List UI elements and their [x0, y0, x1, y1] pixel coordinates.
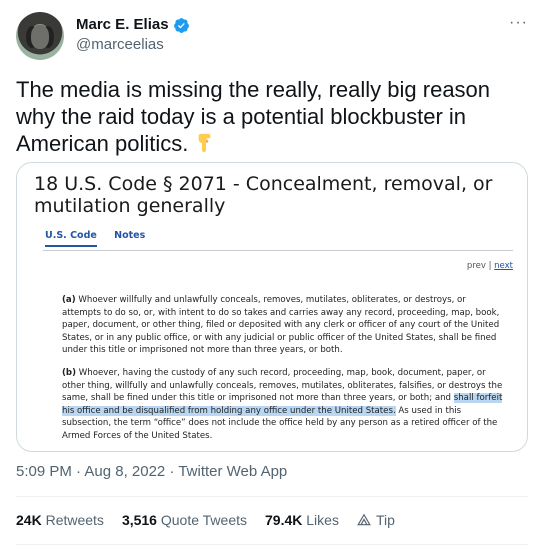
retweets-count: 24K [16, 512, 42, 528]
quote-tweets-stat[interactable]: 3,516 Quote Tweets [122, 512, 247, 528]
author-block: Marc E. Elias @marceelias [76, 15, 190, 55]
divider [16, 496, 528, 497]
likes-label: Likes [306, 512, 339, 528]
pointing-down-hand-emoji-icon [198, 133, 211, 153]
likes-stat[interactable]: 79.4K Likes [265, 512, 339, 528]
tip-label: Tip [375, 512, 395, 528]
paragraph-a-label: (a) [62, 295, 76, 305]
quotes-count: 3,516 [121, 512, 157, 528]
paragraph-b-text: Whoever, having the custody of any such … [62, 368, 503, 403]
doc-divider [43, 250, 513, 251]
tip-button[interactable]: Tip [357, 512, 395, 528]
verified-badge-icon [173, 17, 189, 33]
nav-separator: | [488, 261, 492, 271]
tab-notes: Notes [114, 230, 146, 241]
quotes-label: Quote Tweets [160, 512, 248, 528]
attached-image-card[interactable]: 18 U.S. Code § 2071 - Concealment, remov… [16, 162, 528, 452]
tweet-header: Marc E. Elias @marceelias ··· [16, 12, 528, 64]
author-name[interactable]: Marc E. Elias [76, 15, 169, 35]
tweet-body: The media is missing the really, really … [16, 77, 491, 156]
paragraph-a: (a) Whoever willfully and unlawfully con… [62, 294, 504, 357]
prev-link: prev [466, 261, 486, 271]
tweet-stats: 24K Retweets 3,516 Quote Tweets 79.4K Li… [16, 512, 395, 528]
next-link: next [494, 261, 513, 271]
doc-title: 18 U.S. Code § 2071 - Concealment, remov… [34, 173, 493, 217]
paragraph-b: (b) Whoever, having the custody of any s… [62, 367, 504, 442]
ellipsis-icon[interactable]: ··· [506, 15, 528, 32]
tweet-text: The media is missing the really, really … [16, 76, 528, 157]
author-name-row[interactable]: Marc E. Elias [76, 15, 190, 35]
avatar[interactable] [16, 12, 64, 60]
retweets-label: Retweets [45, 512, 104, 528]
retweets-stat[interactable]: 24K Retweets [16, 512, 104, 528]
doc-tabs: U.S. Code Notes [45, 230, 159, 247]
tab-us-code: U.S. Code [45, 230, 97, 247]
prev-next-nav: prev | next [467, 261, 513, 271]
tweet-timestamp[interactable]: 5:09 PM · Aug 8, 2022 · Twitter Web App [16, 463, 287, 480]
paragraph-a-text: Whoever willfully and unlawfully conceal… [62, 295, 500, 355]
tip-icon [357, 513, 371, 526]
likes-count: 79.4K [265, 512, 303, 528]
author-handle[interactable]: @marceelias [76, 35, 190, 55]
paragraph-b-label: (b) [62, 368, 77, 378]
